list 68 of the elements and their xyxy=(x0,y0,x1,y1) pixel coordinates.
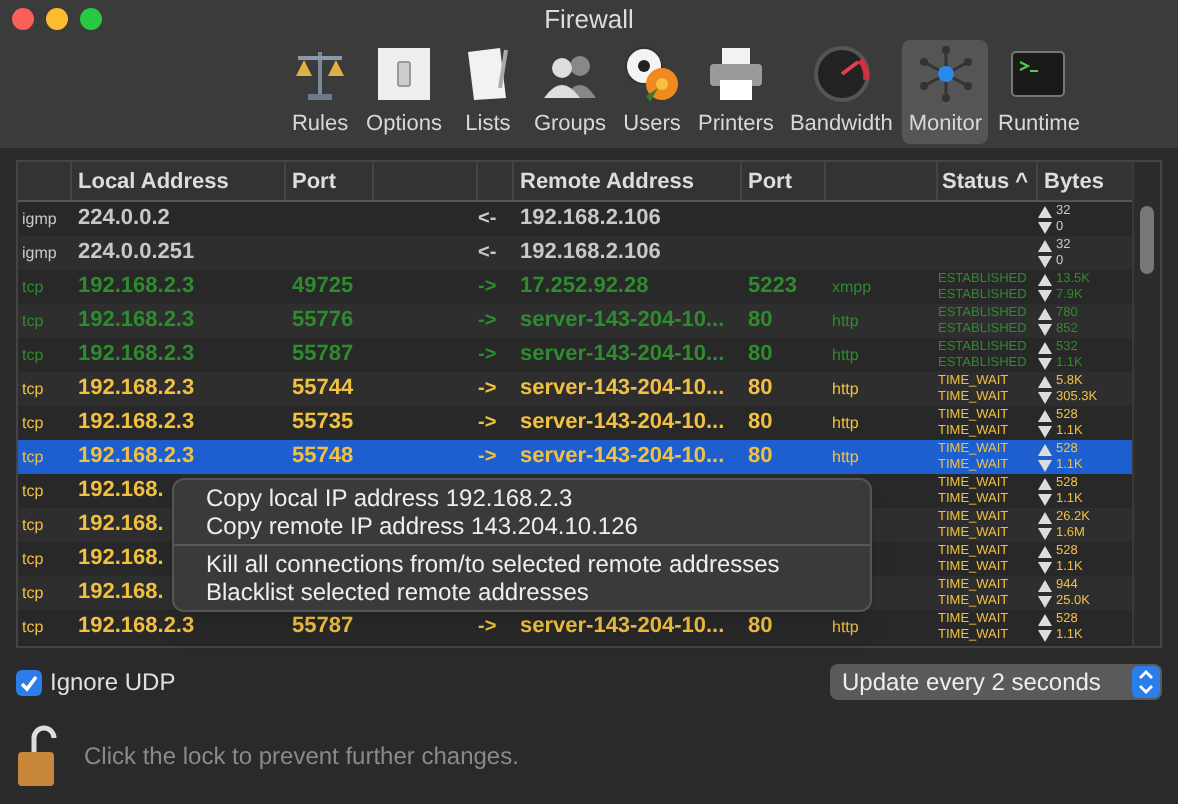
port-text: 80 xyxy=(748,376,773,401)
remote-address-text: server-143-204-10... xyxy=(520,342,725,367)
service-text: http xyxy=(832,311,859,329)
protocol-text: tcp xyxy=(22,617,44,635)
protocol-text: igmp xyxy=(22,209,57,227)
port-text: 55787 xyxy=(292,342,354,367)
local-address-text: 224.0.0.2 xyxy=(78,206,170,231)
protocol-text: tcp xyxy=(22,515,44,533)
remote-address-text: server-143-204-10... xyxy=(520,614,725,639)
local-address-text: 192.168.2.3 xyxy=(78,376,195,401)
local-address-text: 192.168. xyxy=(78,512,164,537)
port-text: 80 xyxy=(748,614,773,639)
direction-text: -> xyxy=(478,310,497,332)
direction-text: -> xyxy=(478,616,497,638)
local-address-text: 192.168. xyxy=(78,580,164,605)
service-text: http xyxy=(832,413,859,431)
port-text: 80 xyxy=(748,342,773,367)
protocol-text: tcp xyxy=(22,345,44,363)
protocol-text: tcp xyxy=(22,447,44,465)
direction-text: -> xyxy=(478,378,497,400)
local-address-text: 192.168.2.3 xyxy=(78,444,195,469)
port-text: 55776 xyxy=(292,308,354,333)
port-text: 80 xyxy=(748,444,773,469)
service-text: http xyxy=(832,379,859,397)
protocol-text: tcp xyxy=(22,549,44,567)
port-text: 80 xyxy=(748,410,773,435)
local-address-text: 192.168. xyxy=(78,546,164,571)
local-address-text: 192.168. xyxy=(78,478,164,503)
local-address-text: 192.168.2.3 xyxy=(78,614,195,639)
local-address-text: 192.168.2.3 xyxy=(78,410,195,435)
direction-text: -> xyxy=(478,344,497,366)
service-text: http xyxy=(832,345,859,363)
port-text: 55748 xyxy=(292,444,354,469)
local-address-text: 192.168.2.3 xyxy=(78,274,195,299)
protocol-text: igmp xyxy=(22,243,57,261)
direction-text: -> xyxy=(478,412,497,434)
remote-address-text: 192.168.2.106 xyxy=(520,240,661,265)
port-text: 80 xyxy=(748,308,773,333)
window-title: Firewall xyxy=(544,2,634,39)
direction-text: <- xyxy=(478,242,497,264)
protocol-text: tcp xyxy=(22,311,44,329)
remote-address-text: 192.168.2.106 xyxy=(520,206,661,231)
remote-address-text: server-143-204-10... xyxy=(520,410,725,435)
port-text: 49725 xyxy=(292,274,354,299)
service-text: http xyxy=(832,447,859,465)
local-address-text: 192.168.2.3 xyxy=(78,342,195,367)
direction-text: -> xyxy=(478,446,497,468)
service-text: xmpp xyxy=(832,277,872,295)
remote-address-text: server-143-204-10... xyxy=(520,376,725,401)
protocol-text: tcp xyxy=(22,413,44,431)
protocol-text: tcp xyxy=(22,583,44,601)
protocol-text: tcp xyxy=(22,379,44,397)
remote-address-text: server-143-204-10... xyxy=(520,308,725,333)
service-text: http xyxy=(832,617,859,635)
remote-address-text: 17.252.92.28 xyxy=(520,274,649,299)
remote-address-text: server-143-204-10... xyxy=(520,444,725,469)
lock-hint-text: Click the lock to prevent further changes. xyxy=(84,740,519,774)
direction-text: -> xyxy=(478,276,497,298)
direction-text: <- xyxy=(478,208,497,230)
checkbox-label: Ignore UDP xyxy=(50,666,176,700)
local-address-text: 192.168.2.3 xyxy=(78,308,195,333)
local-address-text: 224.0.0.251 xyxy=(78,240,195,265)
protocol-text: tcp xyxy=(22,277,44,295)
port-text: 55787 xyxy=(292,614,354,639)
port-text: 55744 xyxy=(292,376,354,401)
protocol-text: tcp xyxy=(22,481,44,499)
port-text: 5223 xyxy=(748,274,797,299)
port-text: 55735 xyxy=(292,410,354,435)
